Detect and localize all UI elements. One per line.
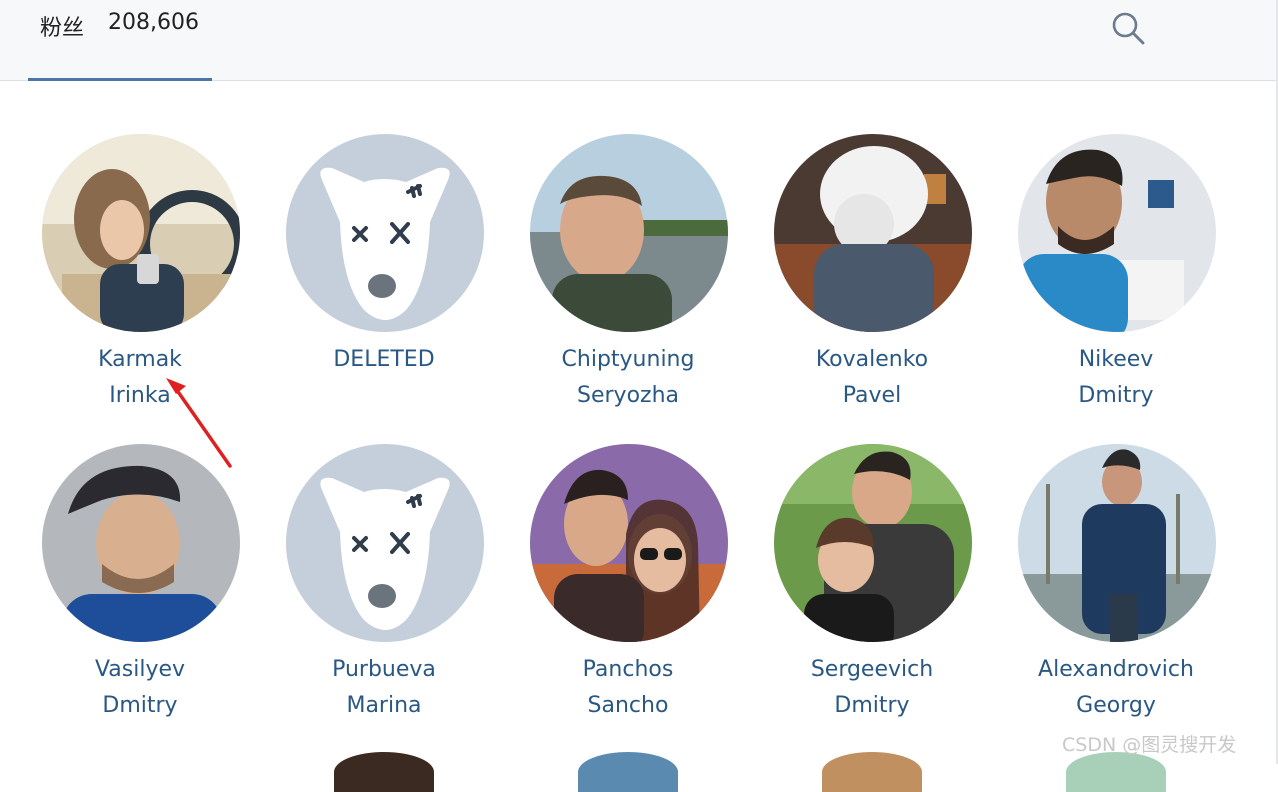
follower-first-name: Chiptyuning: [561, 347, 695, 372]
follower-first-name: Vasilyev: [94, 657, 186, 682]
follower-card[interactable]: Vasilyev Dmitry: [18, 444, 262, 744]
search-icon: [1112, 12, 1145, 45]
follower-first-name: Panchos: [582, 657, 674, 682]
follower-card[interactable]: Kovalenko Pavel: [750, 134, 994, 434]
avatar-peek: [1066, 752, 1166, 792]
deleted-dog-avatar: [286, 134, 484, 332]
follower-last-name: Pavel: [842, 383, 902, 408]
follower-last-name: Sancho: [587, 693, 669, 718]
avatar: [530, 444, 728, 642]
deleted-dog-avatar: [286, 444, 484, 642]
follower-card[interactable]: Panchos Sancho: [506, 444, 750, 744]
avatar-peek: [578, 752, 678, 792]
avatar: [774, 134, 972, 332]
active-tab-underline: [28, 78, 212, 81]
avatar-peek: [822, 752, 922, 792]
follower-card[interactable]: Sergeevich Dmitry: [750, 444, 994, 744]
follower-last-name: Dmitry: [102, 693, 178, 718]
follower-card[interactable]: Nikeev Dmitry: [994, 134, 1238, 434]
avatar: [1018, 134, 1216, 332]
avatar: [42, 134, 240, 332]
search-button[interactable]: [1106, 6, 1150, 50]
avatar: [530, 134, 728, 332]
follower-card[interactable]: Alexandrovich Georgy: [994, 444, 1238, 744]
follower-last-name: Dmitry: [834, 693, 910, 718]
follower-card[interactable]: Purbueva Marina: [262, 444, 506, 744]
follower-count: 208,606: [108, 10, 199, 35]
follower-card[interactable]: DELETED: [262, 134, 506, 434]
watermark: CSDN @图灵搜开发: [1062, 734, 1237, 756]
avatar: [42, 444, 240, 642]
follower-card[interactable]: Chiptyuning Seryozha: [506, 134, 750, 434]
follower-last-name: Dmitry: [1078, 383, 1154, 408]
avatar: [1018, 444, 1216, 642]
follower-first-name: Purbueva: [332, 657, 436, 682]
avatar-peek: [334, 752, 434, 792]
follower-first-name: Sergeevich: [810, 657, 934, 682]
avatar: [774, 444, 972, 642]
follower-first-name: Kovalenko: [815, 347, 929, 372]
follower-last-name: Marina: [346, 693, 422, 718]
tab-followers[interactable]: 粉丝 208,606: [28, 0, 212, 81]
followers-header: 粉丝 208,606: [0, 0, 1276, 81]
follower-first-name: DELETED: [333, 347, 435, 372]
follower-last-name: Georgy: [1076, 693, 1156, 718]
follower-first-name: Nikeev: [1078, 347, 1154, 372]
tab-label: 粉丝: [40, 16, 85, 41]
follower-first-name: Alexandrovich: [1038, 657, 1194, 682]
follower-last-name: Seryozha: [577, 383, 679, 408]
annotation-arrow: [166, 378, 232, 468]
